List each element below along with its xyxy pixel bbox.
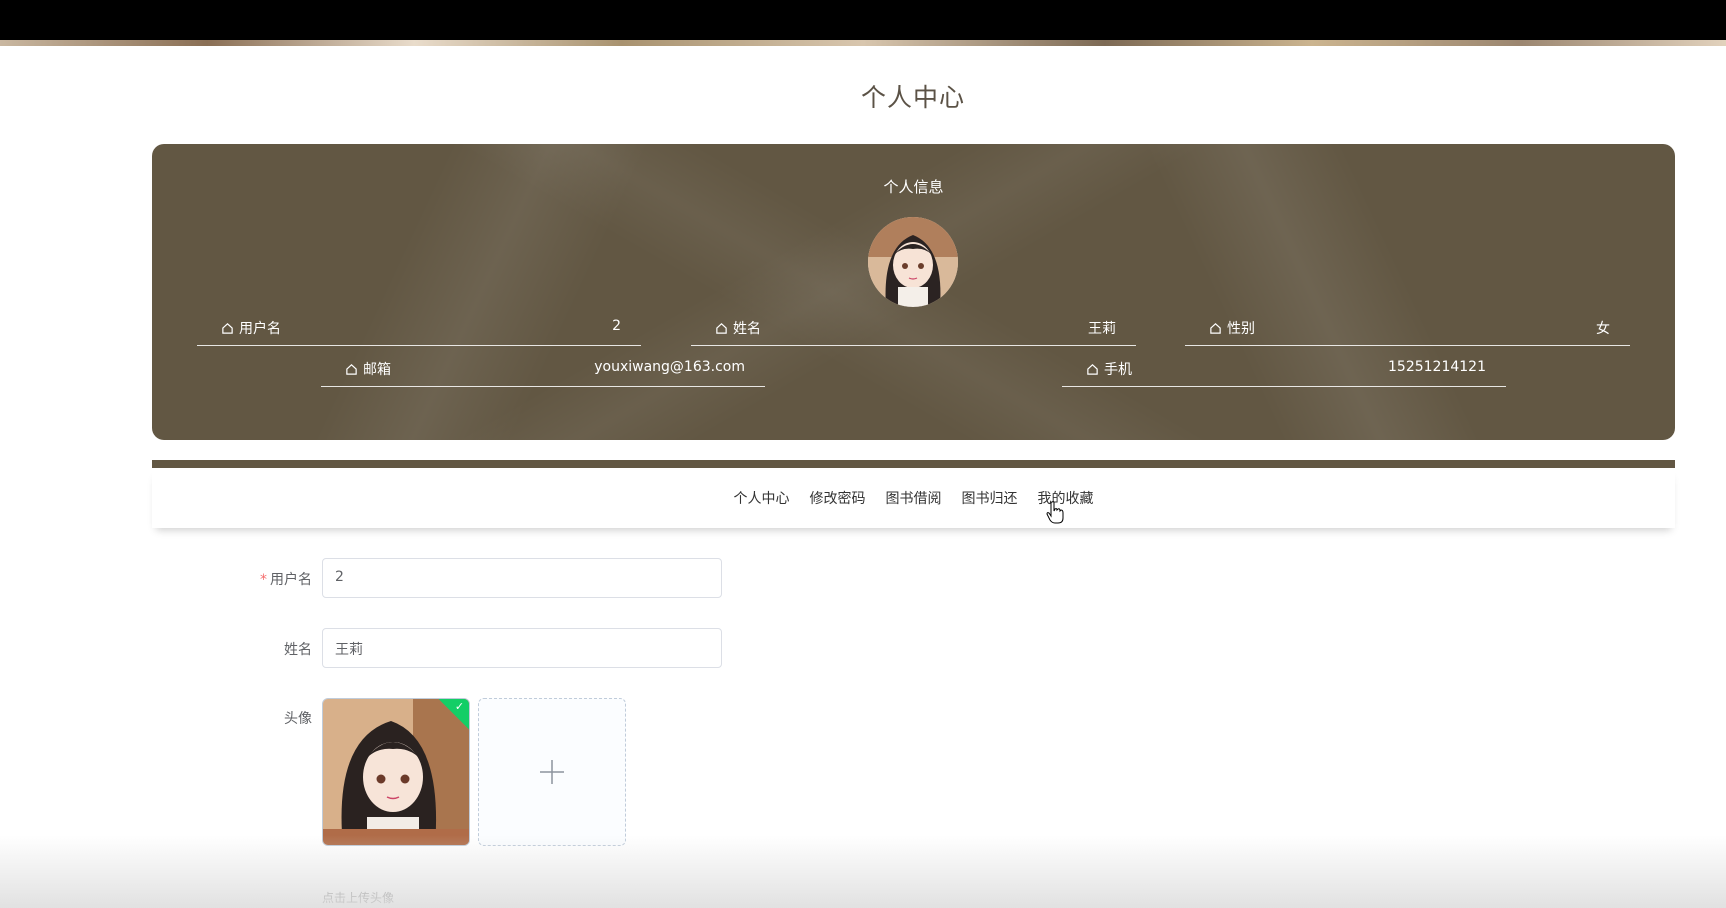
info-value-phone: 15251214121 [1388, 359, 1486, 375]
top-bar [0, 0, 1726, 40]
tab-my-favorites[interactable]: 我的收藏 [1028, 488, 1104, 508]
tabs-divider [152, 460, 1675, 468]
info-value-gender: 女 [1596, 321, 1610, 337]
form-row-name: 姓名 王莉 [230, 628, 730, 668]
info-field-username: 用户名 2 [197, 308, 641, 346]
username-input[interactable]: 2 [322, 558, 722, 598]
hand-pointer-icon [1046, 501, 1064, 524]
home-icon [1087, 363, 1098, 375]
username-label: * 用户名 [230, 569, 312, 589]
info-field-gender: 性别 女 [1185, 308, 1630, 346]
info-label-username: 用户名 [239, 321, 281, 337]
home-icon [1210, 322, 1221, 334]
name-input[interactable]: 王莉 [322, 628, 722, 668]
tab-book-borrow[interactable]: 图书借阅 [876, 488, 952, 508]
info-title: 个人信息 [883, 178, 944, 196]
home-icon [222, 322, 233, 334]
info-field-name: 姓名 王莉 [691, 308, 1136, 346]
info-label-name: 姓名 [733, 321, 761, 337]
check-icon: ✓ [454, 699, 465, 713]
info-value-email: youxiwang@163.com [594, 359, 745, 375]
bottom-fade-overlay [0, 835, 1726, 908]
profile-tabs: 个人中心 修改密码 图书借阅 图书归还 我的收藏 [152, 468, 1675, 528]
avatar [868, 217, 958, 307]
tab-change-password[interactable]: 修改密码 [800, 488, 876, 508]
info-label-gender: 性别 [1227, 321, 1255, 337]
info-label-email: 邮箱 [363, 362, 391, 378]
profile-info-panel: 个人信息 用户名 2 姓名 王莉 性别 女 邮箱 youxiwang@163.c… [152, 144, 1675, 440]
plus-icon [540, 760, 564, 784]
home-icon [716, 322, 727, 334]
form-row-username: * 用户名 2 [230, 558, 730, 598]
required-mark: * [260, 572, 267, 588]
info-value-username: 2 [612, 318, 621, 334]
info-value-name: 王莉 [1088, 321, 1116, 337]
info-field-phone: 手机 15251214121 [1062, 349, 1506, 387]
info-field-email: 邮箱 youxiwang@163.com [321, 349, 765, 387]
tab-book-return[interactable]: 图书归还 [952, 488, 1028, 508]
page-title: 个人中心 [860, 83, 965, 112]
uploaded-avatar-thumbnail[interactable]: ✓ [322, 698, 470, 846]
home-icon [346, 363, 357, 375]
upload-tip: 点击上传头像 [322, 891, 395, 905]
username-label-text: 用户名 [270, 572, 312, 588]
avatar-label: 头像 [284, 711, 312, 727]
page: 个人中心 个人信息 用户名 2 姓名 王莉 性别 女 邮箱 youxiwang@… [0, 0, 1726, 908]
tab-profile-center[interactable]: 个人中心 [724, 488, 800, 508]
name-label: 姓名 [284, 642, 312, 658]
avatar-upload-button[interactable] [478, 698, 626, 846]
header-banner-strip [0, 40, 1726, 46]
info-label-phone: 手机 [1104, 362, 1132, 378]
